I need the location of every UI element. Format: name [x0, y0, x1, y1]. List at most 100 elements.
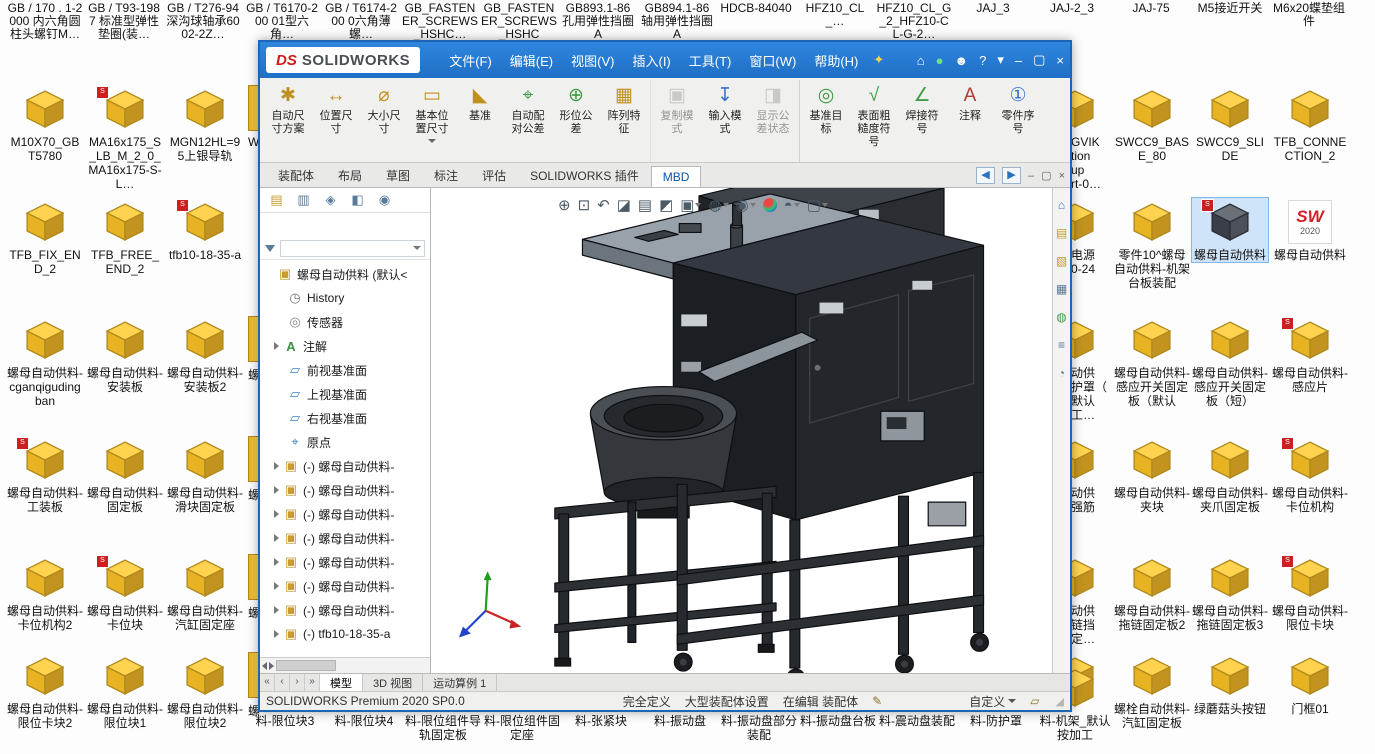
expand-arrow-icon[interactable] [274, 366, 283, 375]
ribbon-button[interactable]: ▣ 复制模式 [650, 80, 701, 162]
expand-arrow-icon[interactable] [274, 486, 279, 494]
expand-arrow-icon[interactable] [274, 294, 283, 303]
feature-tree-item[interactable]: ▣ (-) 螺母自动供料- [260, 502, 430, 526]
expand-arrow-icon[interactable] [274, 582, 279, 590]
apply-scene-icon[interactable]: ◓ [784, 197, 800, 214]
feature-tree-item[interactable]: ▱ 上视基准面 [260, 382, 430, 406]
featuremanager-tab[interactable]: ▤ [263, 192, 290, 208]
scroll-left-icon[interactable] [262, 662, 267, 670]
file-explorer-icon[interactable]: ▧ [1056, 254, 1067, 268]
doc-minimize-button[interactable]: – [1028, 170, 1034, 182]
expand-arrow-icon[interactable] [274, 534, 279, 542]
ribbon-button[interactable]: ⌖ 自动配对公差 [504, 80, 552, 162]
ribbon-button[interactable]: √ 表面粗糙度符号 [850, 80, 898, 162]
feature-tree-item[interactable]: ◎ 传感器 [260, 310, 430, 334]
feature-tree-item[interactable]: ▣ (-) 螺母自动供料- [260, 550, 430, 574]
document-tab[interactable]: 模型 [320, 674, 363, 691]
user-account-icon[interactable]: ☻ [954, 53, 968, 68]
ribbon-button[interactable]: ◎ 基准目标 [799, 80, 850, 162]
expand-arrow-icon[interactable] [274, 510, 279, 518]
expand-arrow-icon[interactable] [274, 342, 279, 350]
doc-close-button[interactable]: × [1059, 170, 1065, 182]
propertymanager-tab[interactable]: ▥ [290, 192, 317, 208]
feature-tree-item[interactable]: ▣ (-) 螺母自动供料- [260, 526, 430, 550]
ribbon-button[interactable]: ⊕ 形位公差 [552, 80, 600, 162]
menu-item[interactable]: 帮助(H) [805, 47, 867, 74]
feature-tree-item[interactable]: ▣ (-) tfb10-18-35-a [260, 622, 430, 646]
ribbon-button[interactable]: ✱ 自动尺寸方案 [264, 80, 312, 162]
doc-nav-arrow-icon[interactable]: ‹ [275, 674, 290, 691]
document-tab[interactable]: 运动算例 1 [423, 674, 497, 691]
scrollbar-thumb[interactable] [276, 660, 336, 671]
graphics-viewport[interactable]: ⊕ ⊡ ↶ ◪ ▤ [431, 188, 1052, 673]
hide-show-items-icon[interactable]: ◉ [736, 196, 756, 214]
display-style-icon[interactable]: ◍ [708, 196, 728, 214]
document-tab[interactable]: 3D 视图 [363, 674, 423, 691]
help-icon[interactable]: ? [979, 53, 986, 68]
panel-horizontal-scrollbar[interactable] [260, 657, 430, 673]
menu-item[interactable]: 窗口(W) [740, 47, 805, 74]
custom-properties-icon[interactable]: ≡ [1058, 338, 1065, 352]
section-view-icon[interactable]: ◪ [617, 196, 631, 214]
command-tab[interactable]: 装配体 [266, 163, 326, 187]
assembly-3d-model[interactable] [431, 188, 1052, 673]
annotation-views-icon[interactable]: ▤ [638, 196, 652, 214]
expand-arrow-icon[interactable] [274, 462, 279, 470]
zoom-area-icon[interactable]: ⊡ [578, 196, 591, 214]
ribbon-button[interactable]: ∠ 焊接符号 [898, 80, 946, 162]
command-tab[interactable]: MBD [651, 166, 702, 187]
pin-menu-icon[interactable]: ✦ [873, 52, 884, 68]
menu-item[interactable]: 工具(T) [680, 47, 741, 74]
zoom-fit-icon[interactable]: ⊕ [558, 196, 571, 214]
large-assembly-settings-label[interactable]: 大型装配体设置 [685, 693, 769, 710]
maximize-button[interactable]: ▢ [1033, 52, 1045, 68]
expand-arrow-icon[interactable] [264, 270, 273, 279]
command-tab[interactable]: SOLIDWORKS 插件 [518, 163, 651, 187]
expand-arrow-icon[interactable] [274, 606, 279, 614]
feature-tree-item[interactable]: ▣ (-) 螺母自动供料- [260, 478, 430, 502]
scroll-right-icon[interactable] [269, 662, 274, 670]
close-button[interactable]: × [1056, 53, 1064, 68]
feature-tree-item[interactable]: ▣ 螺母自动供料 (默认< [260, 262, 430, 286]
expand-arrow-icon[interactable] [274, 318, 283, 327]
title-bar[interactable]: DS SOLIDWORKS 文件(F) 编辑(E) 视图(V) 插入(I) 工具… [260, 42, 1070, 78]
feature-tree-item[interactable]: ▣ (-) 螺母自动供料- [260, 574, 430, 598]
doc-restore-button[interactable]: ▢ [1041, 169, 1051, 182]
back-button[interactable]: ◀ [976, 167, 995, 184]
dimxpertmanager-tab[interactable]: ◧ [344, 192, 371, 208]
doc-nav-arrow-icon[interactable]: « [260, 674, 275, 691]
ribbon-button[interactable]: ▭ 基本位置尺寸 [408, 80, 456, 162]
menu-item[interactable]: 编辑(E) [501, 47, 562, 74]
expand-arrow-icon[interactable] [274, 414, 283, 423]
feature-tree-item[interactable]: ▣ (-) 螺母自动供料- [260, 454, 430, 478]
forward-button[interactable]: ▶ [1002, 167, 1021, 184]
menu-item[interactable]: 插入(I) [623, 47, 679, 74]
command-tab[interactable]: 布局 [326, 163, 374, 187]
ribbon-button[interactable]: ① 零件序号 [994, 80, 1042, 162]
tag-icon[interactable]: ▱ [1030, 694, 1039, 708]
menu-item[interactable]: 视图(V) [562, 47, 623, 74]
feature-tree-item[interactable]: ▱ 前视基准面 [260, 358, 430, 382]
edit-appearance-icon[interactable] [763, 198, 777, 212]
feature-tree-item[interactable]: ▱ 右视基准面 [260, 406, 430, 430]
ribbon-button[interactable]: ◨ 显示公差状态 [749, 80, 797, 162]
command-tab[interactable]: 草图 [374, 163, 422, 187]
expand-arrow-icon[interactable] [274, 390, 283, 399]
doc-nav-arrow-icon[interactable]: › [290, 674, 305, 691]
feature-tree-item[interactable]: ⌖ 原点 [260, 430, 430, 454]
view-orientation-icon[interactable]: ▣ [680, 196, 701, 214]
expand-arrow-icon[interactable] [274, 630, 279, 638]
ribbon-button[interactable]: ↧ 输入模式 [701, 80, 749, 162]
ribbon-button[interactable]: ↔ 位置尺寸 [312, 80, 360, 162]
appearances-icon[interactable]: ◍ [1056, 310, 1066, 324]
ribbon-button[interactable]: ▦ 阵列特征 [600, 80, 648, 162]
customize-dropdown[interactable]: 自定义 [969, 693, 1016, 710]
ribbon-button[interactable]: A 注释 [946, 80, 994, 162]
command-tab[interactable]: 标注 [422, 163, 470, 187]
menu-item[interactable]: 文件(F) [440, 47, 501, 74]
design-library-icon[interactable]: ▤ [1056, 226, 1067, 240]
minimize-button[interactable]: – [1015, 53, 1022, 68]
feature-tree-item[interactable]: ◷ History [260, 286, 430, 310]
view-settings-icon[interactable]: ▢ [807, 196, 828, 214]
expand-arrow-icon[interactable] [274, 438, 283, 447]
